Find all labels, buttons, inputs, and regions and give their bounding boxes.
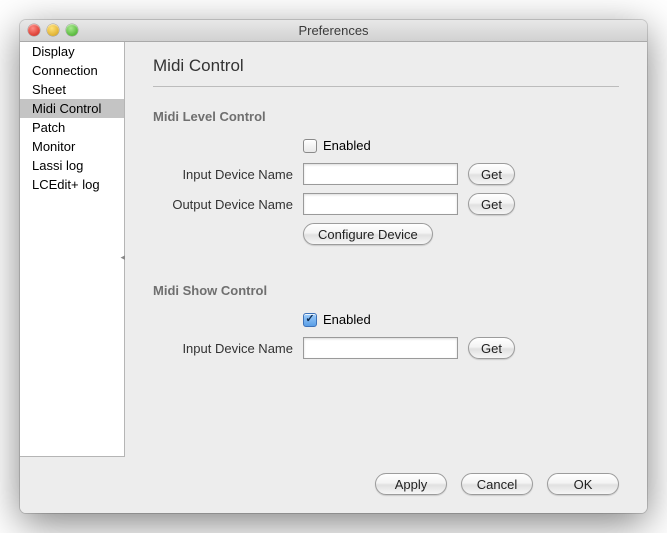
- level-input-get-button[interactable]: Get: [468, 163, 515, 185]
- level-section-title: Midi Level Control: [153, 109, 619, 124]
- main-panel: Midi Control Midi Level Control Enabled …: [125, 42, 647, 457]
- sidebar: DisplayConnectionSheetMidi ControlPatchM…: [20, 42, 125, 457]
- level-input-label: Input Device Name: [153, 167, 303, 182]
- level-output-label: Output Device Name: [153, 197, 303, 212]
- sidebar-item-display[interactable]: Display: [20, 42, 124, 61]
- level-input-device-field[interactable]: [303, 163, 458, 185]
- show-enabled-label: Enabled: [323, 312, 371, 327]
- zoom-icon[interactable]: [66, 24, 78, 36]
- sidebar-item-sheet[interactable]: Sheet: [20, 80, 124, 99]
- show-input-device-field[interactable]: [303, 337, 458, 359]
- level-enabled-label: Enabled: [323, 138, 371, 153]
- cancel-button[interactable]: Cancel: [461, 473, 533, 495]
- show-input-label: Input Device Name: [153, 341, 303, 356]
- divider: [153, 86, 619, 87]
- level-output-get-button[interactable]: Get: [468, 193, 515, 215]
- page-title: Midi Control: [153, 56, 619, 76]
- level-enabled-checkbox[interactable]: [303, 139, 317, 153]
- sidebar-item-connection[interactable]: Connection: [20, 61, 124, 80]
- show-section-title: Midi Show Control: [153, 283, 619, 298]
- traffic-lights: [28, 24, 78, 36]
- show-enabled-checkbox[interactable]: [303, 313, 317, 327]
- sidebar-item-monitor[interactable]: Monitor: [20, 137, 124, 156]
- sidebar-item-patch[interactable]: Patch: [20, 118, 124, 137]
- close-icon[interactable]: [28, 24, 40, 36]
- window-title: Preferences: [298, 23, 368, 38]
- collapse-handle-icon[interactable]: ◂: [120, 252, 125, 263]
- preferences-window: Preferences DisplayConnectionSheetMidi C…: [20, 20, 647, 513]
- apply-button[interactable]: Apply: [375, 473, 447, 495]
- level-output-device-field[interactable]: [303, 193, 458, 215]
- titlebar: Preferences: [20, 20, 647, 42]
- configure-device-button[interactable]: Configure Device: [303, 223, 433, 245]
- sidebar-item-lcedit-log[interactable]: LCEdit+ log: [20, 175, 124, 194]
- show-input-get-button[interactable]: Get: [468, 337, 515, 359]
- ok-button[interactable]: OK: [547, 473, 619, 495]
- minimize-icon[interactable]: [47, 24, 59, 36]
- dialog-footer: Apply Cancel OK: [20, 457, 647, 513]
- sidebar-item-lassi-log[interactable]: Lassi log: [20, 156, 124, 175]
- sidebar-item-midi-control[interactable]: Midi Control: [20, 99, 124, 118]
